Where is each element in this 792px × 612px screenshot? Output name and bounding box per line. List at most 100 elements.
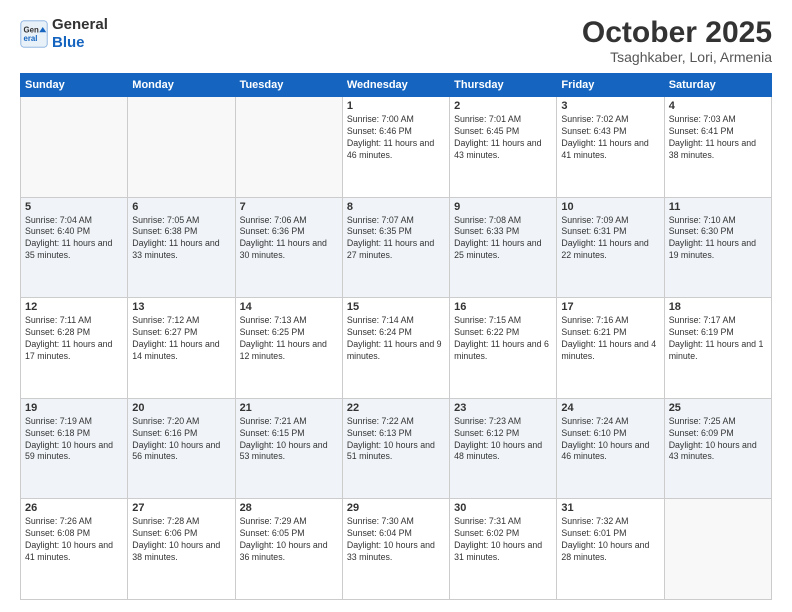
calendar-day-cell: 3 Sunrise: 7:02 AM Sunset: 6:43 PM Daylig… xyxy=(557,97,664,198)
calendar-day-cell: 6Sunrise: 7:05 AM Sunset: 6:38 PM Daylig… xyxy=(128,197,235,298)
day-number: 14 xyxy=(240,301,338,313)
day-number: 27 xyxy=(132,502,230,514)
day-number: 25 xyxy=(669,402,767,414)
logo-text: General Blue xyxy=(52,16,108,52)
day-info: Sunrise: 7:19 AM Sunset: 6:18 PM Dayligh… xyxy=(25,416,123,464)
calendar-day-cell: 26Sunrise: 7:26 AM Sunset: 6:08 PM Dayli… xyxy=(21,499,128,600)
calendar-day-cell: 21 Sunrise: 7:21 AM Sunset: 6:15 PM Dayli… xyxy=(235,398,342,499)
day-number: 9 xyxy=(454,201,552,213)
day-info: Sunrise: 7:03 AM Sunset: 6:41 PM Dayligh… xyxy=(669,114,767,162)
calendar-table: SundayMondayTuesdayWednesdayThursdayFrid… xyxy=(20,73,772,600)
day-number: 4 xyxy=(669,100,767,112)
calendar-day-cell: 12Sunrise: 7:11 AM Sunset: 6:28 PM Dayli… xyxy=(21,298,128,399)
calendar-day-cell: 15 Sunrise: 7:14 AM Sunset: 6:24 PM Dayli… xyxy=(342,298,449,399)
day-number: 7 xyxy=(240,201,338,213)
weekday-header-sunday: Sunday xyxy=(21,74,128,97)
day-info: Sunrise: 7:22 AM Sunset: 6:13 PM Dayligh… xyxy=(347,416,445,464)
weekday-header-saturday: Saturday xyxy=(664,74,771,97)
day-info: Sunrise: 7:14 AM Sunset: 6:24 PM Dayligh… xyxy=(347,315,445,363)
calendar-page: Gen eral General Blue October 2025 Tsagh… xyxy=(0,0,792,612)
day-number: 2 xyxy=(454,100,552,112)
day-info: Sunrise: 7:23 AM Sunset: 6:12 PM Dayligh… xyxy=(454,416,552,464)
day-info: Sunrise: 7:32 AM Sunset: 6:01 PM Dayligh… xyxy=(561,516,659,564)
day-info: Sunrise: 7:31 AM Sunset: 6:02 PM Dayligh… xyxy=(454,516,552,564)
day-info: Sunrise: 7:10 AM Sunset: 6:30 PM Dayligh… xyxy=(669,215,767,263)
calendar-day-cell: 11Sunrise: 7:10 AM Sunset: 6:30 PM Dayli… xyxy=(664,197,771,298)
calendar-day-cell xyxy=(235,97,342,198)
calendar-day-cell: 25Sunrise: 7:25 AM Sunset: 6:09 PM Dayli… xyxy=(664,398,771,499)
calendar-week-row: 1 Sunrise: 7:00 AM Sunset: 6:46 PM Daylig… xyxy=(21,97,772,198)
calendar-day-cell: 29Sunrise: 7:30 AM Sunset: 6:04 PM Dayli… xyxy=(342,499,449,600)
day-number: 5 xyxy=(25,201,123,213)
day-number: 8 xyxy=(347,201,445,213)
day-number: 20 xyxy=(132,402,230,414)
day-info: Sunrise: 7:02 AM Sunset: 6:43 PM Dayligh… xyxy=(561,114,659,162)
day-info: Sunrise: 7:01 AM Sunset: 6:45 PM Dayligh… xyxy=(454,114,552,162)
day-number: 23 xyxy=(454,402,552,414)
day-info: Sunrise: 7:16 AM Sunset: 6:21 PM Dayligh… xyxy=(561,315,659,363)
calendar-day-cell: 24Sunrise: 7:24 AM Sunset: 6:10 PM Dayli… xyxy=(557,398,664,499)
day-number: 3 xyxy=(561,100,659,112)
day-info: Sunrise: 7:26 AM Sunset: 6:08 PM Dayligh… xyxy=(25,516,123,564)
calendar-week-row: 19 Sunrise: 7:19 AM Sunset: 6:18 PM Dayli… xyxy=(21,398,772,499)
day-number: 13 xyxy=(132,301,230,313)
day-number: 6 xyxy=(132,201,230,213)
day-number: 19 xyxy=(25,402,123,414)
calendar-week-row: 5 Sunrise: 7:04 AM Sunset: 6:40 PM Daylig… xyxy=(21,197,772,298)
logo-icon: Gen eral xyxy=(20,20,48,48)
day-number: 24 xyxy=(561,402,659,414)
calendar-day-cell: 27 Sunrise: 7:28 AM Sunset: 6:06 PM Dayli… xyxy=(128,499,235,600)
day-number: 31 xyxy=(561,502,659,514)
weekday-header-tuesday: Tuesday xyxy=(235,74,342,97)
calendar-day-cell: 9 Sunrise: 7:08 AM Sunset: 6:33 PM Daylig… xyxy=(450,197,557,298)
calendar-day-cell xyxy=(664,499,771,600)
day-info: Sunrise: 7:12 AM Sunset: 6:27 PM Dayligh… xyxy=(132,315,230,363)
svg-text:Gen: Gen xyxy=(24,25,39,34)
calendar-day-cell xyxy=(21,97,128,198)
calendar-day-cell: 17Sunrise: 7:16 AM Sunset: 6:21 PM Dayli… xyxy=(557,298,664,399)
day-number: 10 xyxy=(561,201,659,213)
day-number: 16 xyxy=(454,301,552,313)
calendar-day-cell: 18Sunrise: 7:17 AM Sunset: 6:19 PM Dayli… xyxy=(664,298,771,399)
day-info: Sunrise: 7:08 AM Sunset: 6:33 PM Dayligh… xyxy=(454,215,552,263)
day-info: Sunrise: 7:29 AM Sunset: 6:05 PM Dayligh… xyxy=(240,516,338,564)
day-info: Sunrise: 7:28 AM Sunset: 6:06 PM Dayligh… xyxy=(132,516,230,564)
calendar-day-cell: 19 Sunrise: 7:19 AM Sunset: 6:18 PM Dayli… xyxy=(21,398,128,499)
weekday-header-friday: Friday xyxy=(557,74,664,97)
calendar-day-cell xyxy=(128,97,235,198)
calendar-day-cell: 31 Sunrise: 7:32 AM Sunset: 6:01 PM Dayli… xyxy=(557,499,664,600)
day-number: 1 xyxy=(347,100,445,112)
header: Gen eral General Blue October 2025 Tsagh… xyxy=(20,16,772,65)
day-number: 21 xyxy=(240,402,338,414)
calendar-day-cell: 30 Sunrise: 7:31 AM Sunset: 6:02 PM Dayli… xyxy=(450,499,557,600)
day-number: 12 xyxy=(25,301,123,313)
title-block: October 2025 Tsaghkaber, Lori, Armenia xyxy=(582,16,772,65)
calendar-day-cell: 22 Sunrise: 7:22 AM Sunset: 6:13 PM Dayli… xyxy=(342,398,449,499)
calendar-week-row: 12Sunrise: 7:11 AM Sunset: 6:28 PM Dayli… xyxy=(21,298,772,399)
day-info: Sunrise: 7:20 AM Sunset: 6:16 PM Dayligh… xyxy=(132,416,230,464)
day-number: 15 xyxy=(347,301,445,313)
logo: Gen eral General Blue xyxy=(20,16,108,52)
logo-line2: Blue xyxy=(52,34,108,52)
day-info: Sunrise: 7:21 AM Sunset: 6:15 PM Dayligh… xyxy=(240,416,338,464)
day-info: Sunrise: 7:09 AM Sunset: 6:31 PM Dayligh… xyxy=(561,215,659,263)
day-info: Sunrise: 7:04 AM Sunset: 6:40 PM Dayligh… xyxy=(25,215,123,263)
calendar-day-cell: 2 Sunrise: 7:01 AM Sunset: 6:45 PM Daylig… xyxy=(450,97,557,198)
day-info: Sunrise: 7:13 AM Sunset: 6:25 PM Dayligh… xyxy=(240,315,338,363)
day-info: Sunrise: 7:07 AM Sunset: 6:35 PM Dayligh… xyxy=(347,215,445,263)
calendar-day-cell: 7 Sunrise: 7:06 AM Sunset: 6:36 PM Daylig… xyxy=(235,197,342,298)
calendar-day-cell: 16 Sunrise: 7:15 AM Sunset: 6:22 PM Dayli… xyxy=(450,298,557,399)
calendar-day-cell: 20 Sunrise: 7:20 AM Sunset: 6:16 PM Dayli… xyxy=(128,398,235,499)
day-number: 22 xyxy=(347,402,445,414)
day-info: Sunrise: 7:17 AM Sunset: 6:19 PM Dayligh… xyxy=(669,315,767,363)
day-number: 28 xyxy=(240,502,338,514)
calendar-subtitle: Tsaghkaber, Lori, Armenia xyxy=(582,49,772,65)
day-info: Sunrise: 7:00 AM Sunset: 6:46 PM Dayligh… xyxy=(347,114,445,162)
calendar-day-cell: 28 Sunrise: 7:29 AM Sunset: 6:05 PM Dayli… xyxy=(235,499,342,600)
calendar-day-cell: 23 Sunrise: 7:23 AM Sunset: 6:12 PM Dayli… xyxy=(450,398,557,499)
day-number: 30 xyxy=(454,502,552,514)
weekday-header-monday: Monday xyxy=(128,74,235,97)
day-info: Sunrise: 7:15 AM Sunset: 6:22 PM Dayligh… xyxy=(454,315,552,363)
calendar-week-row: 26Sunrise: 7:26 AM Sunset: 6:08 PM Dayli… xyxy=(21,499,772,600)
day-info: Sunrise: 7:06 AM Sunset: 6:36 PM Dayligh… xyxy=(240,215,338,263)
